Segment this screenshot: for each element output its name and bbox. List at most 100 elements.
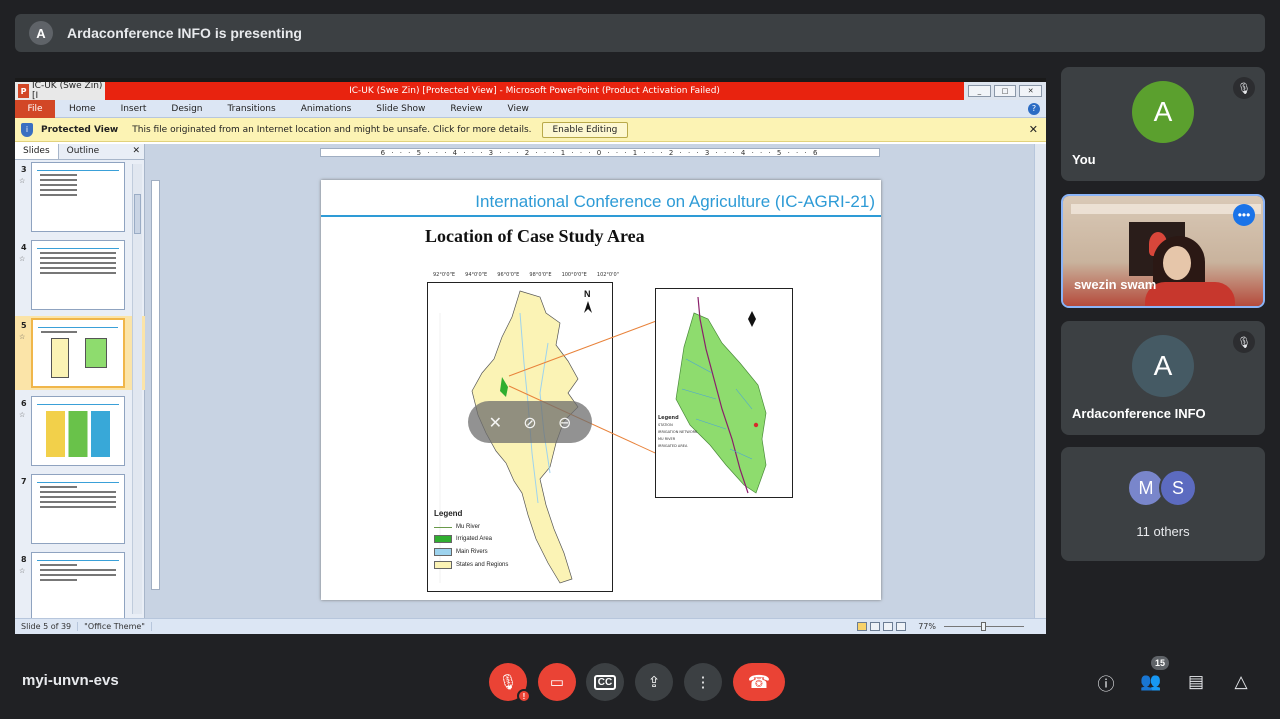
participant-name: You — [1072, 152, 1096, 167]
enable-editing-button[interactable]: Enable Editing — [541, 121, 629, 138]
participant-tile-you[interactable]: A 🎙 You — [1061, 67, 1265, 181]
meeting-code: myi-unvn-evs — [22, 672, 119, 689]
tab-review[interactable]: Review — [450, 104, 482, 114]
window-title-left: IC-UK (Swe Zin) [I — [32, 81, 103, 101]
tab-design[interactable]: Design — [171, 104, 202, 114]
mic-off-icon: 🎙 — [1233, 77, 1255, 99]
others-avatars: M S — [1127, 469, 1197, 507]
zoom-slider-handle[interactable] — [981, 622, 986, 631]
shield-icon: i — [21, 122, 33, 137]
people-icon: 👥 — [1140, 672, 1162, 691]
camera-button[interactable]: ▭ — [538, 663, 576, 701]
window-controls: _ □ ✕ — [964, 82, 1046, 100]
microphone-button[interactable]: 🎙 ! — [489, 663, 531, 703]
others-count: 11 others — [1136, 524, 1190, 539]
info-icon: ⓘ — [1097, 674, 1115, 694]
chat-button[interactable]: ▤ — [1184, 670, 1208, 694]
tab-insert[interactable]: Insert — [121, 104, 147, 114]
hide-icon[interactable]: ✕ — [489, 413, 502, 432]
leave-call-button[interactable]: ☎ — [733, 663, 785, 701]
avatar: S — [1159, 469, 1197, 507]
slide-scrollbar[interactable] — [1034, 144, 1046, 618]
tab-home[interactable]: Home — [69, 104, 96, 114]
irrigated-area-map: Legend STATION IRRIGATION NETWORK MU RIV… — [655, 288, 793, 498]
slide-counter: Slide 5 of 39 — [15, 622, 79, 631]
vertical-ruler — [151, 180, 160, 590]
mic-off-icon: 🎙 — [498, 674, 518, 691]
reading-view-icon[interactable] — [883, 622, 893, 631]
close-pane-icon[interactable]: ✕ — [124, 144, 144, 159]
protected-message[interactable]: This file originated from an Internet lo… — [132, 125, 531, 135]
close-window-icon[interactable]: ✕ — [1019, 85, 1043, 97]
help-icon[interactable]: ? — [1028, 103, 1040, 115]
chat-icon: ▤ — [1187, 672, 1205, 691]
normal-view-icon[interactable] — [857, 622, 867, 631]
hang-up-icon: ☎ — [747, 671, 771, 692]
slide-thumbnail[interactable]: 4 ☆ — [15, 238, 145, 312]
screenshare-overlay: ✕ ⊘ ⊖ — [468, 401, 592, 443]
slide-canvas: International Conference on Agriculture … — [321, 180, 881, 600]
compass-icon — [748, 311, 756, 327]
inset-legend: Legend STATION IRRIGATION NETWORK MU RIV… — [658, 415, 698, 448]
slide-thumbnail-selected[interactable]: 5 ☆ — [15, 316, 145, 390]
powerpoint-icon: P — [18, 84, 30, 98]
presenting-banner: A Ardaconference INFO is presenting — [15, 14, 1265, 52]
editor-workarea: Slides Outline ✕ 3 ☆ 4 ☆ 5 ☆ 6 ☆ 7 8 ☆ 6… — [15, 144, 1046, 618]
tab-file[interactable]: File — [15, 99, 55, 118]
more-options-button[interactable]: ⋮ — [684, 663, 722, 701]
close-bar-icon[interactable]: ✕ — [1029, 123, 1038, 136]
animation-icon: ☆ — [19, 567, 26, 575]
more-options-icon[interactable]: ••• — [1233, 204, 1255, 226]
participant-tile-presenter[interactable]: A 🎙 Ardaconference INFO — [1061, 321, 1265, 435]
protected-label: Protected View — [41, 124, 119, 135]
tab-view[interactable]: View — [508, 104, 529, 114]
minimize-overlay-icon[interactable]: ⊖ — [558, 413, 571, 432]
restore-icon[interactable]: □ — [993, 85, 1017, 97]
activities-button[interactable]: △ — [1229, 670, 1253, 694]
avatar: A — [1132, 81, 1194, 143]
captions-icon: CC — [593, 674, 617, 690]
ppt-statusbar: Slide 5 of 39 "Office Theme" 77% — [15, 618, 1046, 634]
animation-icon: ☆ — [19, 255, 26, 263]
participant-tile-others[interactable]: M S 11 others — [1061, 447, 1265, 561]
presenting-text: Ardaconference INFO is presenting — [67, 25, 302, 41]
slides-pane: Slides Outline ✕ 3 ☆ 4 ☆ 5 ☆ 6 ☆ 7 8 ☆ — [15, 144, 145, 618]
animation-icon: ☆ — [19, 333, 26, 341]
ribbon-tabs: File Home Insert Design Transitions Anim… — [15, 99, 1046, 118]
participant-name: swezin swam — [1074, 277, 1157, 292]
slide-thumbnails: 3 ☆ 4 ☆ 5 ☆ 6 ☆ 7 8 ☆ — [15, 160, 145, 618]
irrigated-area-shape — [675, 296, 767, 494]
tab-outline[interactable]: Outline — [59, 144, 108, 159]
meeting-details-button[interactable]: ⓘ — [1094, 670, 1118, 694]
people-count-badge: 15 — [1151, 656, 1169, 670]
animation-icon: ☆ — [19, 177, 26, 185]
stop-sharing-icon[interactable]: ⊘ — [523, 413, 536, 432]
present-button[interactable]: ⇪ — [635, 663, 673, 701]
tab-slide-show[interactable]: Slide Show — [376, 104, 425, 114]
captions-button[interactable]: CC — [586, 663, 624, 701]
presenter-avatar: A — [29, 21, 53, 45]
callout-lines — [508, 307, 750, 497]
slideshow-view-icon[interactable] — [896, 622, 906, 631]
people-button[interactable]: 👥 — [1139, 670, 1163, 694]
minimize-icon[interactable]: _ — [968, 85, 991, 97]
slide-thumbnail[interactable]: 8 ☆ — [15, 550, 145, 618]
slide-thumbnail[interactable]: 7 — [15, 472, 145, 546]
thumbnail-scrollbar[interactable] — [132, 164, 142, 614]
warning-icon: ! — [517, 689, 531, 703]
tab-slides[interactable]: Slides — [15, 144, 59, 159]
slide-thumbnail[interactable]: 6 ☆ — [15, 394, 145, 468]
participant-tile-video[interactable]: ••• swezin swam — [1061, 194, 1265, 308]
tab-transitions[interactable]: Transitions — [227, 104, 275, 114]
zoom-level: 77% — [918, 622, 936, 631]
sorter-view-icon[interactable] — [870, 622, 880, 631]
ppt-titlebar: P IC-UK (Swe Zin) [I IC-UK (Swe Zin) [Pr… — [15, 78, 1046, 101]
tab-animations[interactable]: Animations — [301, 104, 352, 114]
horizontal-ruler: 6 · · · 5 · · · 4 · · · 3 · · · 2 · · · … — [320, 148, 880, 157]
more-vert-icon: ⋮ — [695, 674, 711, 691]
camera-off-icon: ▭ — [549, 674, 565, 691]
participant-name: Ardaconference INFO — [1072, 406, 1206, 421]
protected-view-bar: i Protected View This file originated fr… — [15, 118, 1046, 142]
theme-name: "Office Theme" — [78, 622, 152, 631]
slide-thumbnail[interactable]: 3 ☆ — [15, 160, 145, 234]
